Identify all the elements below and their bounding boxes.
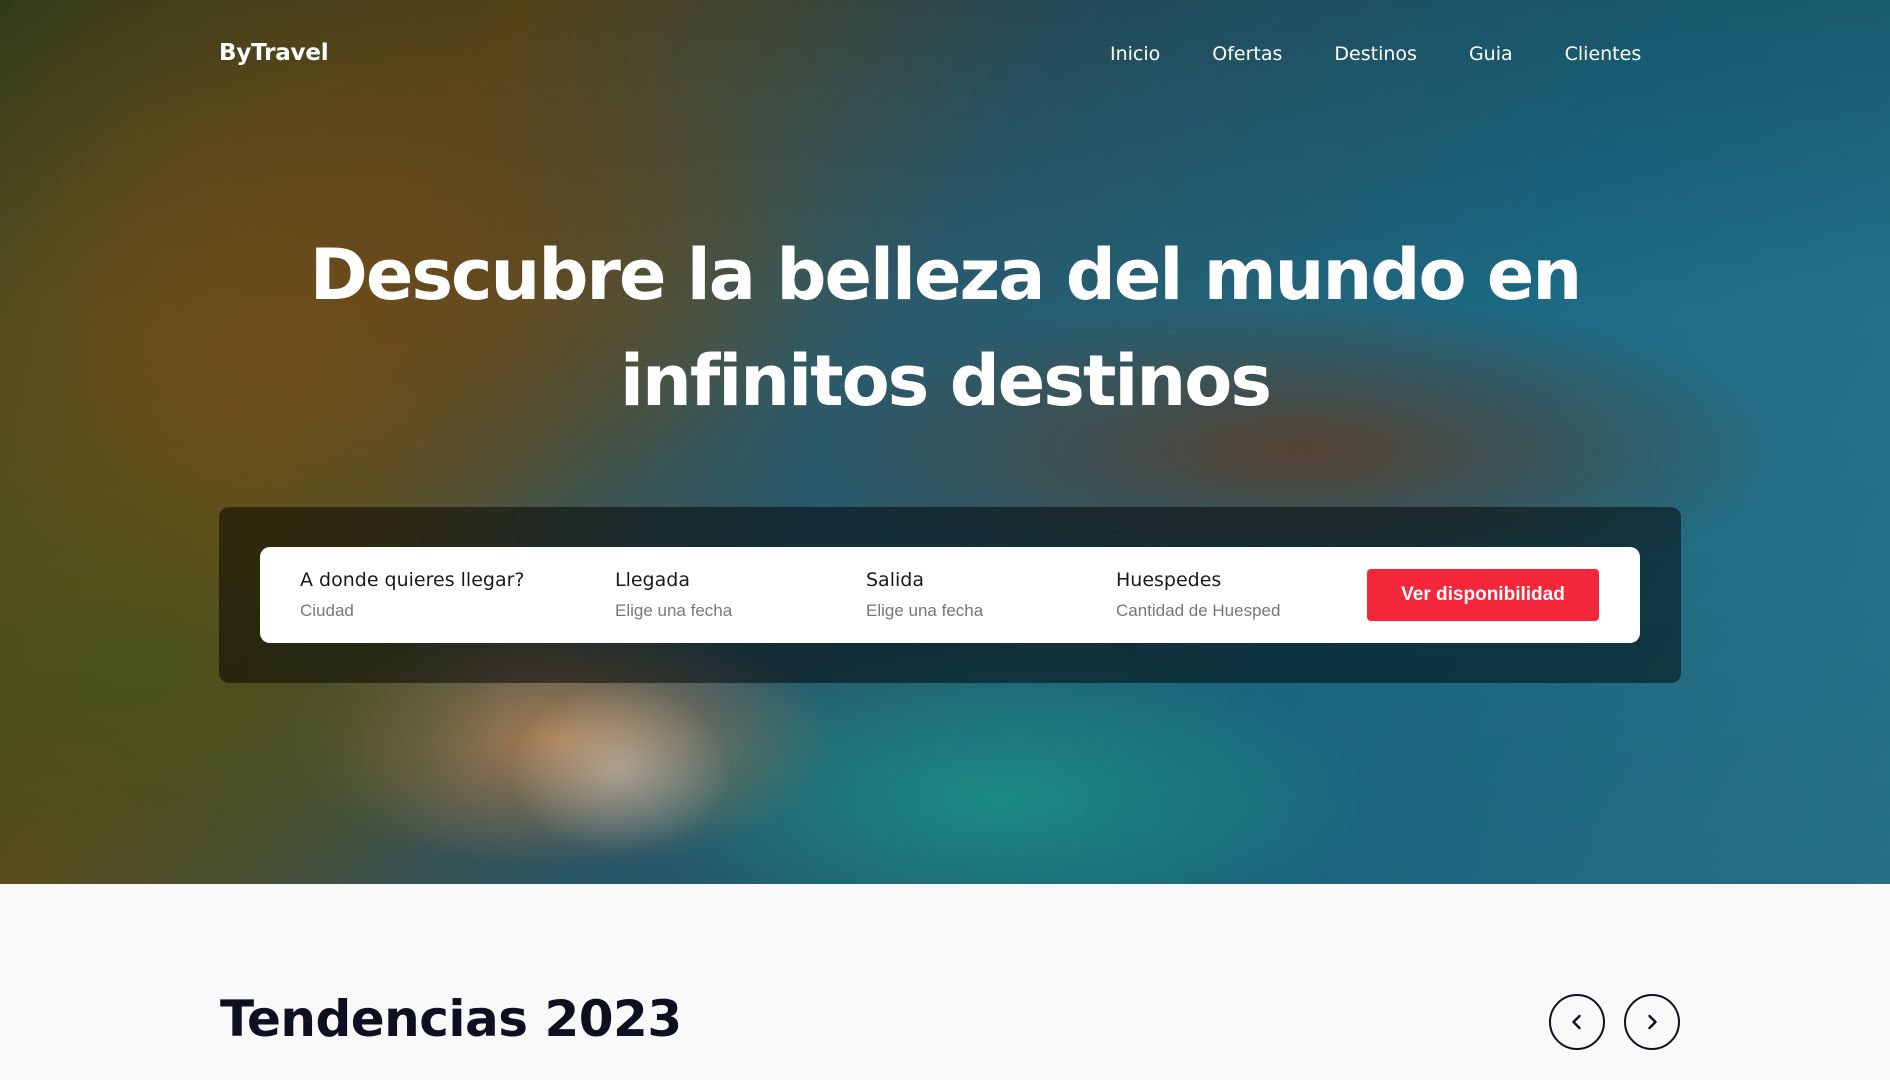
chevron-left-icon [1572,1014,1581,1030]
nav-item-inicio[interactable]: Inicio [1110,43,1160,65]
nav-item-destinos[interactable]: Destinos [1334,43,1417,65]
arrival-label: Llegada [615,569,690,591]
nav-item-guia[interactable]: Guia [1469,43,1513,65]
departure-date-field[interactable]: Salida Elige una fecha [866,569,983,621]
guests-field[interactable]: Huespedes Cantidad de Huesped [1116,569,1280,621]
carousel-prev-button[interactable] [1549,994,1605,1050]
check-availability-button[interactable]: Ver disponibilidad [1367,569,1599,621]
hero-background-image [0,0,1890,884]
search-bar: A donde quieres llegar? Ciudad Llegada E… [260,547,1640,643]
carousel-next-button[interactable] [1624,994,1680,1050]
destination-placeholder: Ciudad [300,601,354,620]
hero-waves-highlight [460,660,780,884]
nav-item-ofertas[interactable]: Ofertas [1212,43,1282,65]
guests-label: Huespedes [1116,569,1222,591]
destination-label: A donde quieres llegar? [300,569,525,591]
destination-field[interactable]: A donde quieres llegar? Ciudad [300,569,525,621]
departure-label: Salida [866,569,924,591]
nav-item-clientes[interactable]: Clientes [1565,43,1642,65]
arrival-date-field[interactable]: Llegada Elige una fecha [615,569,732,621]
guests-placeholder: Cantidad de Huesped [1116,601,1281,620]
site-logo[interactable]: ByTravel [219,40,329,66]
arrival-placeholder: Elige una fecha [615,601,733,620]
departure-placeholder: Elige una fecha [866,601,984,620]
hero-headline-line-2: infinitos destinos [620,340,1272,422]
hero-headline: Descubre la belleza del mundo en infinit… [300,222,1590,434]
main-nav: Inicio Ofertas Destinos Guia Clientes [1110,43,1641,65]
trends-section-title: Tendencias 2023 [220,990,682,1048]
hero-headline-line-1: Descubre la belleza del mundo en [309,234,1582,316]
chevron-right-icon [1648,1014,1657,1030]
